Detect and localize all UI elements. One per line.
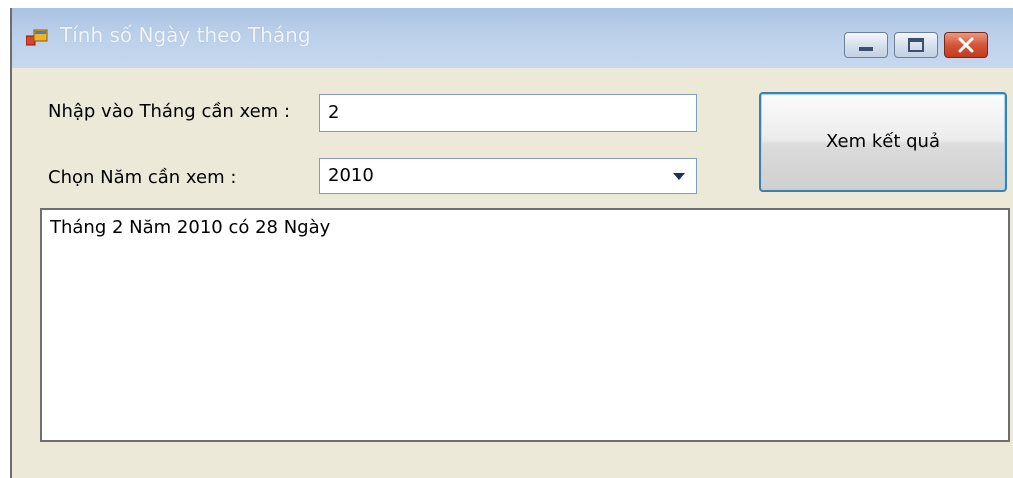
month-input[interactable]: 2: [319, 94, 697, 132]
view-result-button[interactable]: Xem kết quả: [759, 92, 1007, 192]
window-title: Tính số Ngày theo Tháng: [60, 23, 311, 47]
month-label: Nhập vào Tháng cần xem :: [48, 101, 291, 122]
year-select[interactable]: 2010: [319, 158, 697, 194]
minimize-button[interactable]: [844, 32, 888, 58]
maximize-button[interactable]: [894, 32, 938, 58]
year-label: Chọn Năm cần xem :: [48, 167, 237, 188]
app-icon: [25, 28, 48, 48]
year-select-value: 2010: [328, 165, 374, 186]
close-icon: [958, 37, 974, 53]
result-output[interactable]: Tháng 2 Năm 2010 có 28 Ngày: [40, 208, 1010, 442]
close-button[interactable]: [944, 32, 988, 58]
maximize-icon: [908, 38, 924, 52]
app-window: Tính số Ngày theo Tháng Nhập vào Tháng c…: [10, 8, 1013, 478]
minimize-icon: [859, 47, 873, 51]
chevron-down-icon[interactable]: [672, 171, 686, 181]
title-bar[interactable]: Tính số Ngày theo Tháng: [12, 8, 1013, 68]
